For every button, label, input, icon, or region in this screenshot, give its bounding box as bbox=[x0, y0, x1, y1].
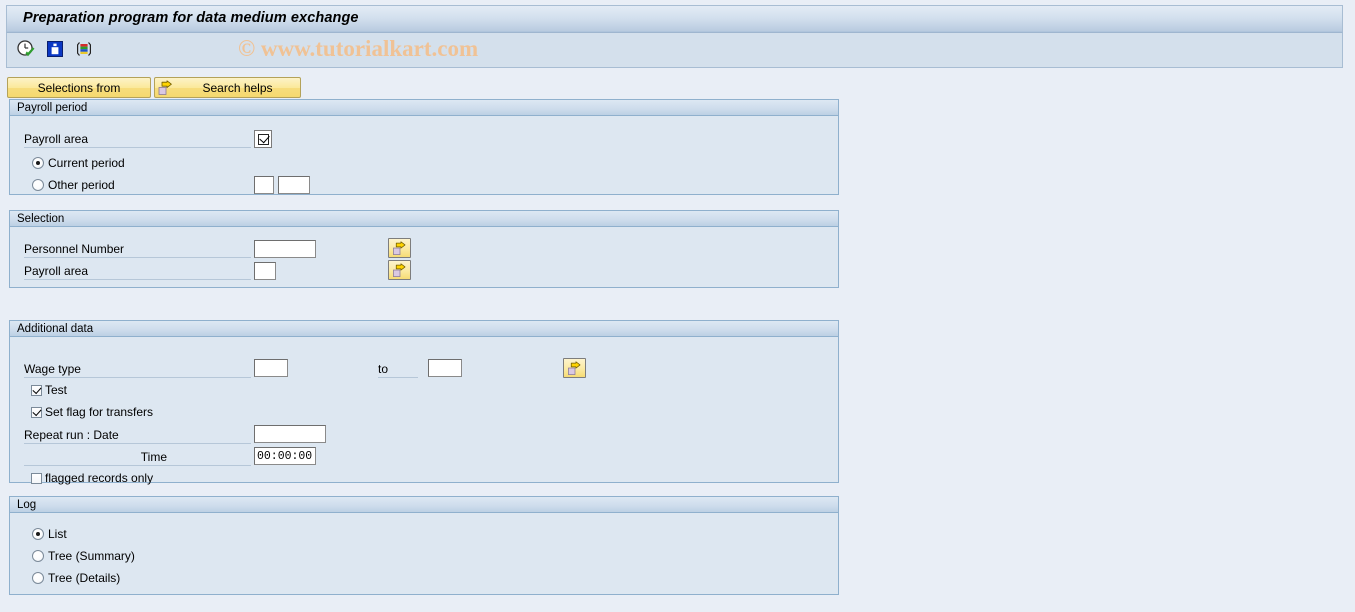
log-group: Log List Tree (Summary) Tree (Details) bbox=[9, 496, 839, 595]
repeat-run-date-input[interactable] bbox=[254, 425, 326, 443]
selections-from-button[interactable]: Selections from bbox=[7, 77, 151, 98]
other-period-field-1[interactable] bbox=[254, 176, 274, 194]
application-toolbar bbox=[6, 32, 1343, 68]
arrow-right-icon bbox=[158, 80, 174, 96]
payroll-period-group: Payroll period Payroll area Current peri… bbox=[9, 99, 839, 195]
variant-icon[interactable] bbox=[73, 38, 95, 60]
log-tree-details-label: Tree (Details) bbox=[48, 571, 121, 585]
page-title: Preparation program for data medium exch… bbox=[23, 10, 359, 26]
payroll-area-selection-label: Payroll area bbox=[24, 263, 251, 280]
set-flag-for-transfers-checkbox[interactable]: Set flag for transfers bbox=[31, 405, 153, 419]
personnel-number-label: Personnel Number bbox=[24, 241, 251, 258]
payroll-area-toggle[interactable] bbox=[254, 130, 272, 148]
other-period-radio[interactable]: Other period bbox=[32, 178, 115, 192]
radio-indicator bbox=[32, 572, 44, 584]
other-period-label: Other period bbox=[48, 178, 115, 192]
current-period-label: Current period bbox=[48, 156, 125, 170]
search-helps-label: Search helps bbox=[202, 80, 273, 95]
radio-indicator bbox=[32, 528, 44, 540]
selection-group-body: Personnel Number Payroll area bbox=[10, 227, 838, 287]
payroll-area-input[interactable] bbox=[254, 262, 276, 280]
test-checkbox-label: Test bbox=[45, 383, 68, 397]
arrow-right-icon bbox=[392, 240, 405, 255]
other-period-field-2[interactable] bbox=[278, 176, 310, 194]
personnel-number-multiple-selection-button[interactable] bbox=[388, 238, 411, 258]
log-tree-summary-label: Tree (Summary) bbox=[48, 549, 135, 563]
selections-from-label: Selections from bbox=[37, 80, 121, 95]
arrow-right-icon bbox=[567, 360, 580, 375]
checkbox-indicator bbox=[31, 472, 42, 484]
payroll-area-label: Payroll area bbox=[24, 131, 251, 148]
flagged-records-only-checkbox[interactable]: flagged records only bbox=[31, 471, 153, 485]
payroll-period-group-body: Payroll area Current period Other period bbox=[10, 116, 838, 194]
additional-data-group: Additional data Wage type to Test Set fl… bbox=[9, 320, 839, 485]
payroll-period-group-title: Payroll period bbox=[10, 100, 838, 116]
checkmark-icon bbox=[257, 133, 269, 145]
watermark-text: © www.tutorialkart.com bbox=[238, 36, 479, 61]
action-button-row: Selections from Search helps bbox=[7, 77, 301, 98]
repeat-run-date-label: Repeat run : Date bbox=[24, 427, 251, 444]
info-icon[interactable] bbox=[44, 38, 66, 60]
test-checkbox[interactable]: Test bbox=[31, 383, 67, 397]
sap-selection-screen: Preparation program for data medium exch… bbox=[0, 0, 1355, 612]
additional-data-group-title: Additional data bbox=[10, 321, 838, 337]
log-tree-summary-radio[interactable]: Tree (Summary) bbox=[32, 549, 135, 563]
checkbox-indicator bbox=[31, 406, 42, 418]
selection-group: Selection Personnel Number Payroll area bbox=[9, 210, 839, 288]
payroll-area-multiple-selection-button[interactable] bbox=[388, 260, 411, 280]
wage-type-label: Wage type bbox=[24, 361, 251, 378]
window-title-bar: Preparation program for data medium exch… bbox=[6, 5, 1343, 32]
current-period-radio[interactable]: Current period bbox=[32, 156, 125, 170]
toolbar-icon-group bbox=[15, 38, 95, 60]
wage-type-from-input[interactable] bbox=[254, 359, 288, 377]
checkbox-indicator bbox=[31, 384, 42, 396]
log-group-title: Log bbox=[10, 497, 838, 513]
repeat-run-time-input[interactable] bbox=[254, 447, 316, 465]
selection-group-title: Selection bbox=[10, 211, 838, 227]
wage-type-to-label: to bbox=[378, 361, 418, 378]
log-list-radio[interactable]: List bbox=[32, 527, 67, 541]
personnel-number-input[interactable] bbox=[254, 240, 316, 258]
radio-indicator bbox=[32, 179, 44, 191]
repeat-run-time-label: Time bbox=[24, 449, 251, 466]
wage-type-to-input[interactable] bbox=[428, 359, 462, 377]
arrow-right-icon bbox=[392, 262, 405, 277]
execute-clock-icon[interactable] bbox=[15, 38, 37, 60]
radio-indicator bbox=[32, 157, 44, 169]
log-tree-details-radio[interactable]: Tree (Details) bbox=[32, 571, 120, 585]
log-list-label: List bbox=[48, 527, 67, 541]
set-flag-for-transfers-label: Set flag for transfers bbox=[45, 405, 154, 419]
wage-type-multiple-selection-button[interactable] bbox=[563, 358, 586, 378]
log-group-body: List Tree (Summary) Tree (Details) bbox=[10, 513, 838, 594]
flagged-records-only-label: flagged records only bbox=[45, 471, 154, 485]
search-helps-button[interactable]: Search helps bbox=[154, 77, 301, 98]
additional-data-group-body: Wage type to Test Set flag for transfers… bbox=[10, 337, 838, 485]
radio-indicator bbox=[32, 550, 44, 562]
